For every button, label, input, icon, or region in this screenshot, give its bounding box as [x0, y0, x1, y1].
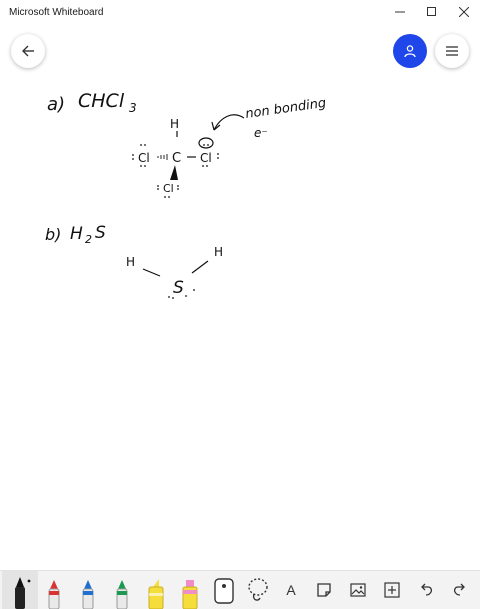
lasso-select-tool[interactable]	[242, 571, 274, 609]
user-icon	[404, 45, 416, 58]
annotation-nonbonding: non bonding	[244, 96, 327, 122]
pen-red[interactable]	[38, 571, 70, 609]
atom-h: H	[170, 117, 179, 131]
annotation-electrons: e⁻	[254, 126, 268, 140]
eraser-tool[interactable]	[208, 571, 240, 609]
ink-layer: a) CHCl 3 H C Cl Cl non bonding e⁻ Cl b)…	[45, 90, 327, 299]
note-a-label: a)	[47, 94, 65, 115]
highlighter-pink[interactable]	[174, 571, 206, 609]
sticky-note-tool[interactable]	[308, 571, 340, 609]
redo-icon	[453, 583, 465, 596]
whiteboard-canvas[interactable]: a) CHCl 3 H C Cl Cl non bonding e⁻ Cl b)…	[0, 0, 480, 570]
inking-toolbar: A	[0, 570, 480, 609]
pen-blue[interactable]	[72, 571, 104, 609]
pen-green[interactable]	[106, 571, 138, 609]
highlighter-yellow[interactable]	[140, 571, 172, 609]
lasso-icon	[248, 578, 268, 601]
settings-menu-button[interactable]	[435, 34, 469, 68]
atom-cl-left: Cl	[138, 151, 150, 165]
note-b-subscript: 2	[85, 233, 92, 246]
text-tool[interactable]: A	[276, 571, 306, 609]
eraser-icon	[214, 578, 234, 604]
atom-cl-right: Cl	[200, 151, 212, 165]
h2s-atom-h-left: H	[126, 255, 135, 269]
note-b-formula-h: H	[70, 224, 83, 244]
arrow-left-icon	[22, 45, 34, 57]
pen-icon	[82, 580, 94, 609]
image-icon	[350, 583, 366, 597]
text-tool-label: A	[286, 582, 296, 598]
pen-icon	[116, 580, 128, 609]
sticky-note-icon	[317, 583, 331, 597]
note-b-label: b)	[45, 225, 61, 244]
atom-cl-bottom: Cl	[163, 182, 174, 195]
plus-icon	[384, 582, 400, 598]
undo-button[interactable]	[410, 571, 442, 609]
note-a-subscript: 3	[129, 101, 137, 115]
highlighter-icon	[148, 579, 164, 609]
pen-icon	[15, 577, 31, 609]
redo-button[interactable]	[444, 571, 476, 609]
h2s-atom-s: S	[173, 278, 184, 298]
highlighter-icon	[182, 580, 198, 609]
h2s-atom-h-right: H	[214, 245, 223, 259]
pen-black[interactable]	[2, 571, 38, 609]
share-button[interactable]	[393, 34, 427, 68]
hamburger-icon	[446, 46, 458, 56]
back-button[interactable]	[11, 34, 45, 68]
undo-icon	[421, 583, 433, 596]
pen-icon	[48, 580, 60, 609]
atom-c: C	[172, 151, 181, 166]
add-content-button[interactable]	[376, 571, 408, 609]
note-b-formula-s: S	[95, 223, 106, 243]
note-a-formula: CHCl	[78, 90, 125, 112]
insert-image-tool[interactable]	[342, 571, 374, 609]
